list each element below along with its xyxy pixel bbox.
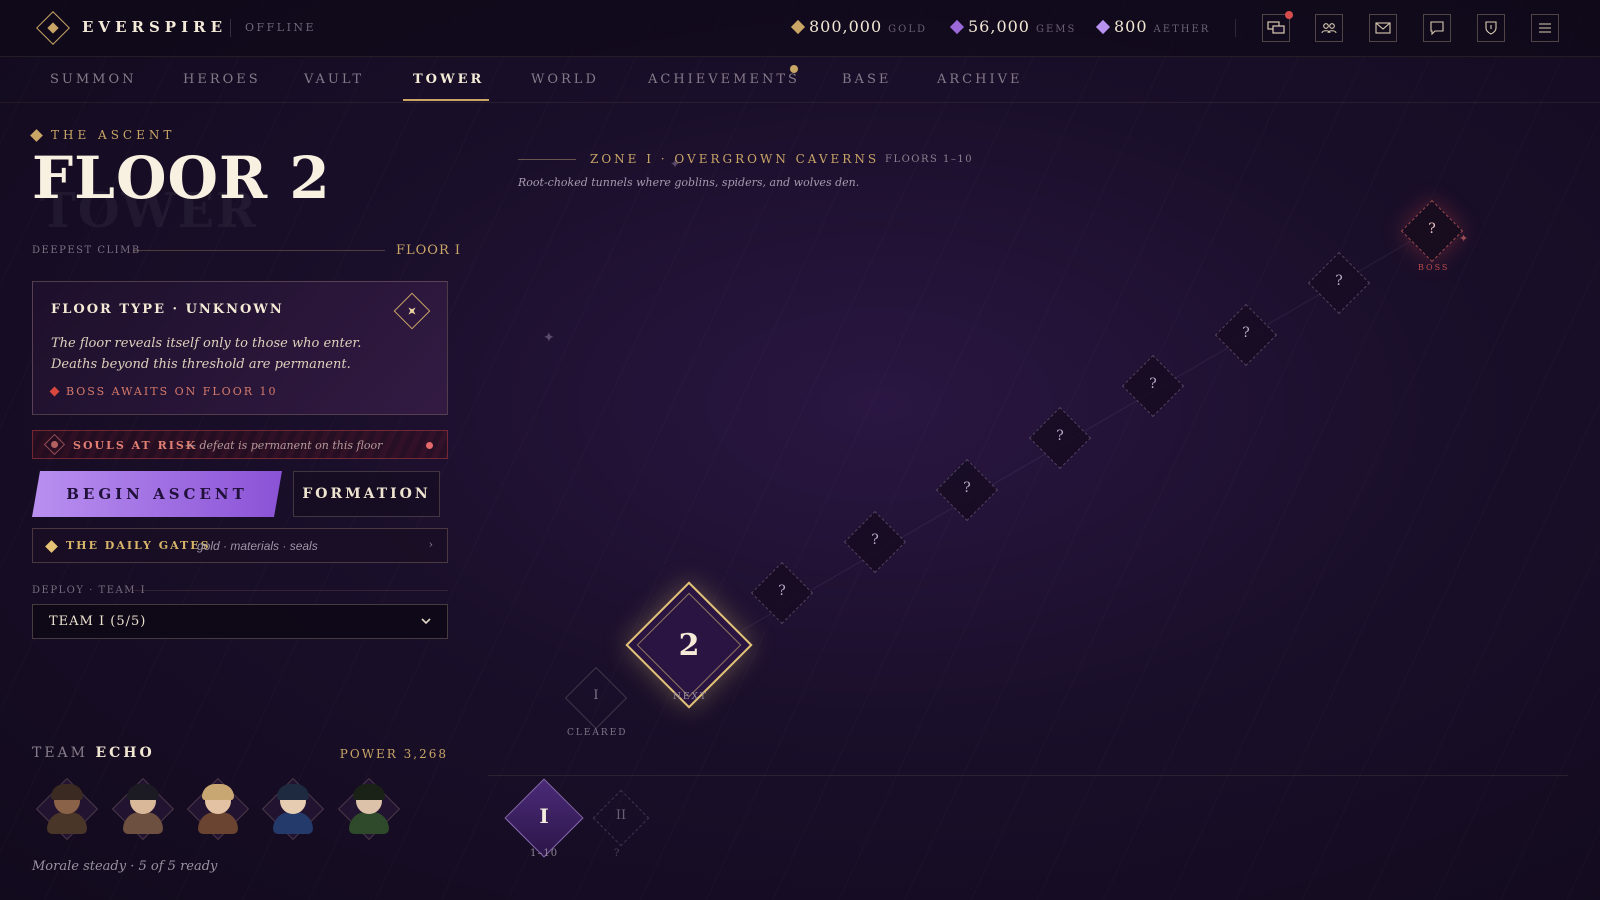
floor-node-locked[interactable]: ? <box>1028 406 1092 470</box>
divider <box>488 775 1568 776</box>
floor-node-locked[interactable]: ? <box>750 561 814 625</box>
floor-node-locked[interactable]: ? <box>843 510 907 574</box>
floor-node-cleared[interactable]: I <box>564 666 628 730</box>
boss-tag: BOSS <box>1418 263 1450 272</box>
floor-node-current[interactable]: 2 <box>625 581 753 709</box>
cleared-tag: CLEARED <box>567 728 628 738</box>
zone-tab-2[interactable]: II <box>592 789 650 847</box>
zone-tab-1[interactable]: I <box>504 778 584 858</box>
zone-tab-1-range: 1–10 <box>530 848 559 859</box>
next-tag: NEXT <box>673 692 708 702</box>
zone-tab-2-lock: ? <box>614 848 620 859</box>
path-connector <box>699 229 1431 656</box>
floor-node-locked[interactable]: ? <box>1307 251 1371 315</box>
floor-node-boss[interactable]: ? <box>1400 199 1464 263</box>
floor-node-locked[interactable]: ? <box>935 458 999 522</box>
floor-node-locked[interactable]: ? <box>1121 354 1185 418</box>
floor-node-locked[interactable]: ? <box>1214 303 1278 367</box>
